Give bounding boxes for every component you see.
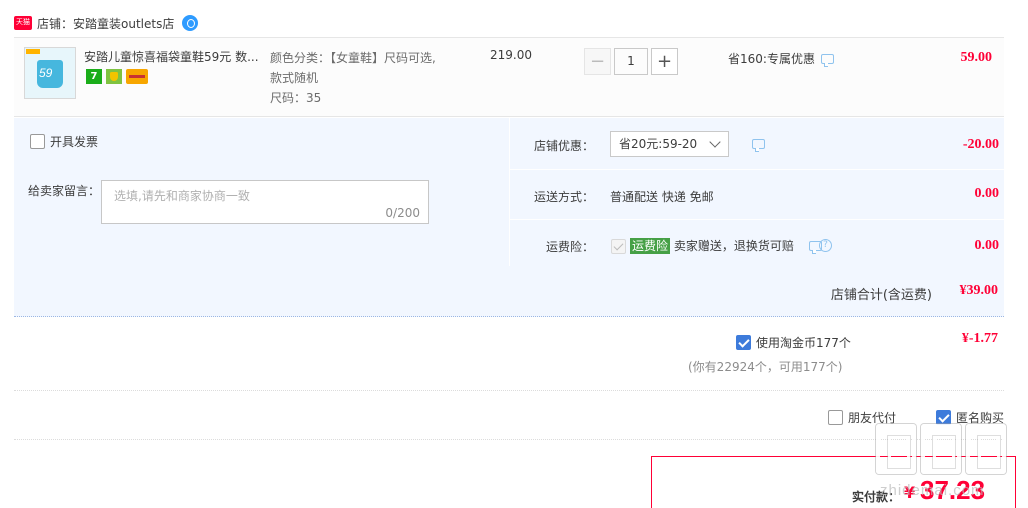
sku-line: 尺码：35 — [270, 91, 322, 105]
use-coins-label: 使用淘金币177个 — [756, 336, 851, 350]
watermark-glyph — [876, 424, 916, 474]
anonymous-checkbox[interactable] — [936, 410, 951, 425]
order-left-column: 开具发票 给卖家留言： 选填,请先和商家协商一致 0/200 — [14, 118, 509, 266]
insurance-desc: 卖家赠送，退换货可赔 — [673, 239, 794, 253]
memo-label: 给卖家留言： — [28, 184, 101, 198]
use-coins-checkbox[interactable] — [736, 335, 751, 350]
use-coins-option[interactable]: 使用淘金币177个 — [736, 334, 851, 351]
order-item-row: 59 安踏儿童惊喜福袋童鞋59元 数... 7 颜色分类：【女童鞋】尺码可选, … — [14, 37, 1004, 117]
quantity-stepper: − 1 + — [584, 48, 678, 75]
thumbnail-tag — [26, 49, 40, 54]
coins-discount-value: ¥-1.77 — [961, 331, 998, 346]
insurance-label: 运费险： — [546, 240, 595, 254]
shop-total-row: 店铺合计(含运费) ¥39.00 — [14, 268, 1004, 316]
shipping-label: 运送方式： — [534, 190, 595, 204]
guarantee-shield-icon[interactable] — [106, 69, 122, 84]
product-title-link[interactable]: 安踏儿童惊喜福袋童鞋59元 数... — [84, 48, 264, 65]
credit-card-icon[interactable] — [126, 69, 148, 84]
chevron-down-icon — [709, 136, 721, 148]
shop-total-label: 店铺合计(含运费) — [830, 288, 932, 303]
wangwang-chat-icon[interactable] — [182, 15, 199, 31]
memo-char-count: 0/200 — [385, 206, 420, 220]
shop-discount-select[interactable]: 省20元:59-20 — [610, 131, 729, 157]
invoice-checkbox[interactable] — [30, 134, 45, 149]
memo-placeholder: 选填,请先和商家协商一致 — [114, 189, 250, 203]
pay-options-row: 朋友代付 匿名购买 — [14, 392, 1004, 440]
tmall-badge-icon: 天猫 — [14, 16, 32, 30]
item-subtotal: 59.00 — [960, 50, 993, 65]
thumbnail-number: 59 — [39, 66, 53, 80]
friend-pay-checkbox[interactable] — [828, 410, 843, 425]
watermark-text: zhidemai.com — [880, 482, 985, 499]
quantity-increase-button[interactable]: + — [651, 48, 678, 75]
seller-memo-textarea[interactable]: 选填,请先和商家协商一致 0/200 — [101, 180, 429, 224]
shop-total-value: ¥39.00 — [959, 283, 999, 298]
comment-icon[interactable] — [820, 53, 834, 67]
unit-price: 219.00 — [490, 48, 532, 62]
comment-icon[interactable] — [752, 139, 765, 152]
watermark-logo — [876, 424, 1006, 474]
shop-header: 天猫 店铺：安踏童装outlets店 — [14, 14, 199, 32]
invoice-label: 开具发票 — [50, 135, 99, 149]
item-promotion: 省160:专属优惠 — [728, 50, 834, 67]
insurance-tag: 运费险 — [630, 238, 671, 254]
order-right-column: 店铺优惠： 省20元:59-20 -20.00 运送方式： 普通配送 快递 免邮… — [509, 118, 1005, 266]
invoice-option[interactable]: 开具发票 — [30, 133, 98, 150]
insurance-row: 运费险： 运费险 卖家赠送，退换货可赔 ? 0.00 — [510, 220, 1005, 266]
insurance-value: 0.00 — [974, 238, 1000, 253]
site-watermark: zhidemai.com — [876, 424, 1026, 508]
service-icons: 7 — [86, 69, 148, 84]
quantity-input[interactable]: 1 — [614, 48, 648, 75]
shipping-method: 普通配送 快递 免邮 — [610, 190, 714, 204]
shipping-value: 0.00 — [974, 186, 1000, 201]
order-options-panel: 开具发票 给卖家留言： 选填,请先和商家协商一致 0/200 店铺优惠： 省20… — [14, 118, 1005, 317]
shop-discount-label: 店铺优惠： — [534, 139, 595, 153]
insurance-checkbox — [611, 239, 626, 254]
shop-name-link[interactable]: 店铺：安踏童装outlets店 — [37, 15, 174, 32]
shop-discount-value: -20.00 — [962, 137, 999, 152]
shop-discount-selected: 省20元:59-20 — [619, 137, 698, 151]
seven-day-return-icon[interactable]: 7 — [86, 69, 102, 84]
shipping-row: 运送方式： 普通配送 快递 免邮 0.00 — [510, 170, 1005, 220]
coin-row: 使用淘金币177个 ¥-1.77 (你有22924个，可用177个) — [14, 319, 1004, 391]
promotion-text: 省160:专属优惠 — [728, 52, 815, 66]
coins-balance-note: (你有22924个，可用177个) — [688, 360, 843, 374]
insurance-info: 运费险 卖家赠送，退换货可赔 — [630, 237, 794, 254]
sku-line: 款式随机 — [270, 71, 319, 85]
watermark-glyph — [966, 424, 1006, 474]
quantity-decrease-button[interactable]: − — [584, 48, 611, 75]
watermark-glyph — [921, 424, 961, 474]
product-thumbnail[interactable]: 59 — [24, 47, 76, 99]
sku-info: 颜色分类：【女童鞋】尺码可选, 款式随机 尺码：35 — [270, 48, 436, 108]
shop-discount-row: 店铺优惠： 省20元:59-20 -20.00 — [510, 118, 1005, 170]
help-icon[interactable]: ? — [819, 239, 832, 252]
sku-line: 颜色分类：【女童鞋】尺码可选, — [270, 51, 436, 65]
